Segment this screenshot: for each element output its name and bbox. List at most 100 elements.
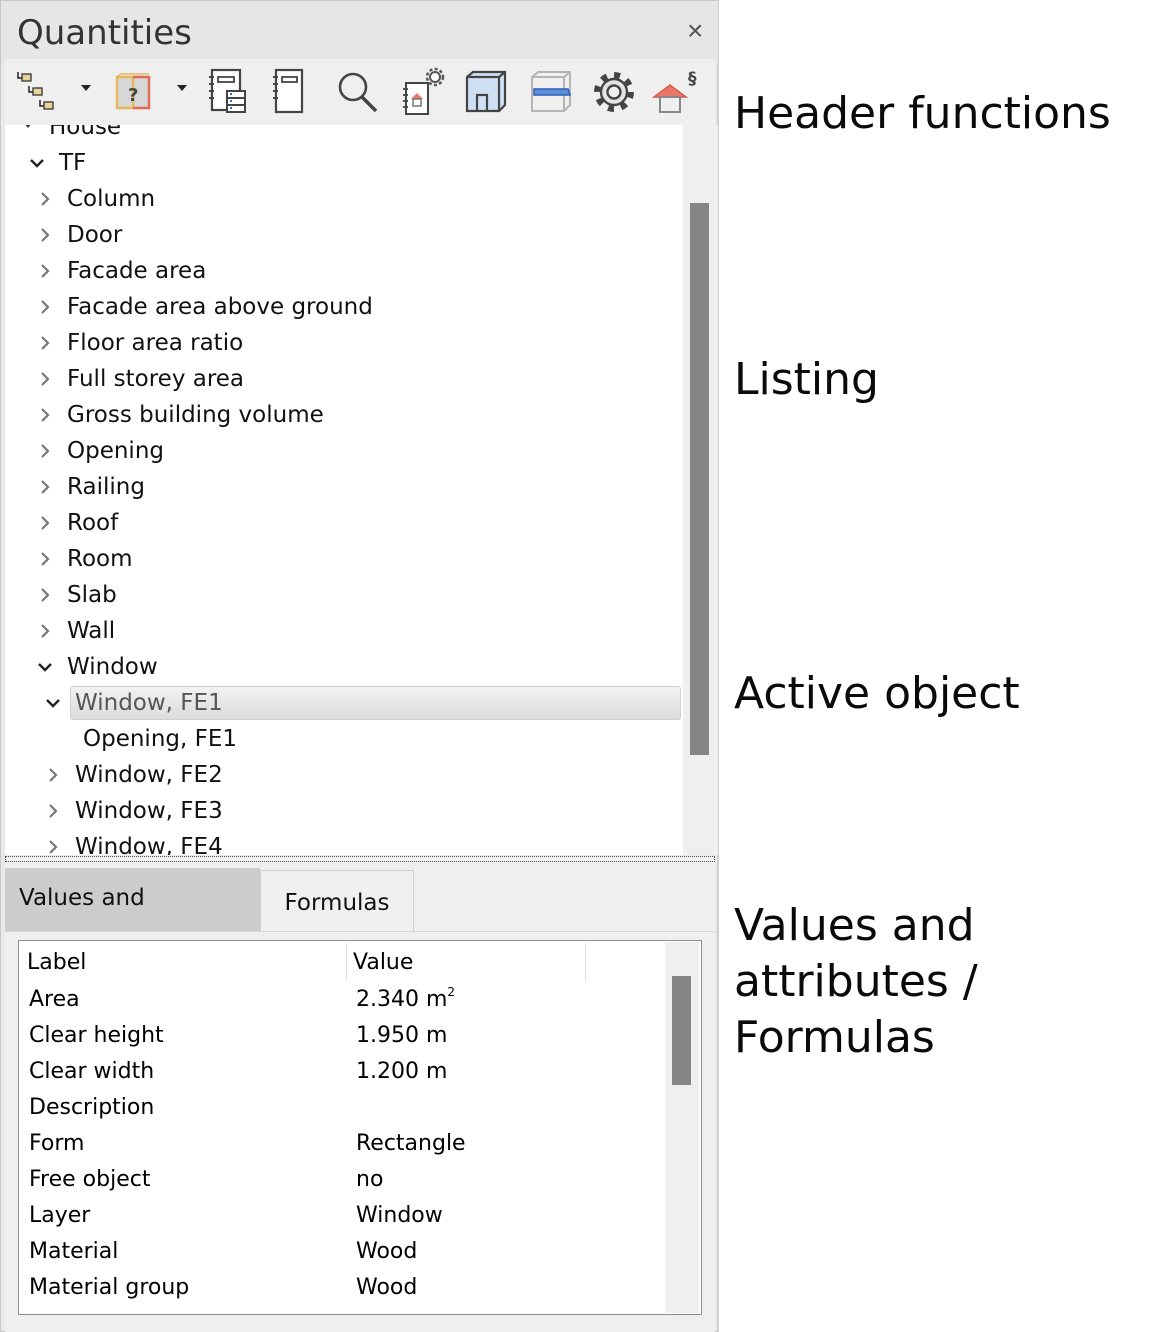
tree-item-label: Opening	[67, 438, 164, 464]
chevron-right-icon[interactable]	[45, 793, 65, 829]
report-list-button[interactable]	[203, 65, 253, 119]
chevron-down-icon[interactable]	[37, 649, 57, 685]
tab-divider	[5, 931, 715, 932]
tree-item[interactable]: Slab	[5, 577, 681, 613]
chevron-down-icon[interactable]	[29, 145, 49, 181]
tree-item[interactable]: Window, FE2	[5, 757, 681, 793]
grid-scrollbar[interactable]	[665, 942, 699, 1313]
house-paragraph-icon: §	[651, 69, 697, 113]
tree-item[interactable]: Full storey area	[5, 361, 681, 397]
chevron-right-icon[interactable]	[37, 469, 57, 505]
tree-item[interactable]: Door	[5, 217, 681, 253]
tab-values-and-attributes[interactable]: Values and attributes	[5, 868, 260, 971]
gear-icon	[594, 72, 634, 112]
annotation-values-line-3: Formulas	[734, 1012, 935, 1063]
tree-item[interactable]: TF	[5, 145, 681, 181]
slab-volume-button[interactable]	[527, 65, 575, 119]
chevron-down-icon[interactable]	[21, 125, 41, 145]
report-list-icon	[209, 68, 246, 113]
listing-scrollbar[interactable]	[683, 125, 718, 855]
grid-row[interactable]: Clear height 1.950 m	[19, 1018, 664, 1054]
chevron-right-icon[interactable]	[37, 397, 57, 433]
listing-scrollbar-thumb[interactable]	[690, 203, 709, 755]
tree-item[interactable]: Floor area ratio	[5, 325, 681, 361]
tree-structure-button[interactable]	[11, 65, 63, 119]
svg-text:§: §	[688, 69, 697, 89]
tree-item[interactable]: Facade area above ground	[5, 289, 681, 325]
tree-item[interactable]: Wall	[5, 613, 681, 649]
grid-cell-label: Material group	[29, 1275, 190, 1300]
chevron-right-icon[interactable]	[37, 505, 57, 541]
tree-item-label: Wall	[67, 618, 116, 644]
tree-item-label: Roof	[67, 510, 119, 536]
tree-item[interactable]: Opening, FE1	[5, 721, 681, 757]
tree-item-label: Railing	[67, 474, 145, 500]
column-header-label[interactable]: Label	[27, 941, 86, 981]
chevron-right-icon[interactable]	[37, 613, 57, 649]
tab-formulas[interactable]: Formulas	[260, 870, 414, 931]
tree-item[interactable]: Roof	[5, 505, 681, 541]
grid-cell-value-text: 2.340 m	[356, 987, 448, 1012]
tree-item[interactable]: House	[5, 125, 681, 145]
grid-row[interactable]: Material group Wood	[19, 1270, 664, 1306]
grid-row[interactable]: Form Rectangle	[19, 1126, 664, 1162]
annotation-listing: Listing	[734, 354, 879, 405]
chevron-right-icon[interactable]	[37, 433, 57, 469]
room-volume-button[interactable]	[461, 65, 511, 119]
header-toolbar: ? §	[5, 59, 715, 125]
tree-item-label: Slab	[67, 582, 117, 608]
values-grid: Label Value Area 2.340 m2 Clear height 1.95…	[18, 940, 702, 1315]
tree-item[interactable]: Window, FE3	[5, 793, 681, 829]
chevron-right-icon[interactable]	[37, 217, 57, 253]
grid-cell-value: 2.340 m2	[356, 982, 455, 1018]
tree-item[interactable]: Window	[5, 649, 681, 685]
search-button[interactable]	[331, 65, 383, 119]
grid-cell-label: Layer	[29, 1203, 91, 1228]
help-book-dropdown-arrow[interactable]	[177, 85, 187, 91]
panel-title: Quantities	[17, 13, 192, 53]
tree-item[interactable]: Room	[5, 541, 681, 577]
close-icon[interactable]: ×	[687, 17, 703, 45]
building-settings-button[interactable]	[397, 65, 447, 119]
house-regulations-button[interactable]: §	[647, 65, 705, 119]
tree-item[interactable]: Gross building volume	[5, 397, 681, 433]
grid-row[interactable]: Description	[19, 1090, 664, 1126]
tree-item-active-object[interactable]: Window, FE1	[5, 685, 681, 721]
settings-button[interactable]	[589, 65, 639, 119]
column-separator[interactable]	[346, 943, 347, 981]
tree-item[interactable]: Window, FE4	[5, 829, 681, 855]
notebook-button[interactable]	[267, 65, 311, 119]
chevron-down-icon[interactable]	[45, 685, 65, 721]
tree-item-label: Window	[67, 654, 158, 680]
grid-scrollbar-thumb[interactable]	[672, 976, 691, 1085]
grid-cell-value: 1.200 m	[356, 1054, 447, 1090]
annotation-values-line-2: attributes /	[734, 956, 978, 1007]
tree-item[interactable]: Opening	[5, 433, 681, 469]
grid-row[interactable]: Clear width 1.200 m	[19, 1054, 664, 1090]
chevron-right-icon[interactable]	[37, 541, 57, 577]
chevron-right-icon[interactable]	[37, 577, 57, 613]
grid-cell-label: Free object	[29, 1167, 151, 1192]
chevron-right-icon[interactable]	[45, 829, 65, 855]
chevron-right-icon[interactable]	[45, 757, 65, 793]
unit-exponent: 2	[447, 985, 456, 999]
chevron-right-icon[interactable]	[37, 361, 57, 397]
grid-row[interactable]: Free object no	[19, 1162, 664, 1198]
chevron-right-icon[interactable]	[37, 253, 57, 289]
column-separator[interactable]	[585, 943, 586, 981]
grid-row[interactable]: Material Wood	[19, 1234, 664, 1270]
column-header-value[interactable]: Value	[353, 941, 413, 981]
help-book-button[interactable]: ?	[111, 65, 155, 119]
grid-row[interactable]: Area 2.340 m2	[19, 982, 664, 1018]
grid-cell-value: no	[356, 1162, 383, 1198]
tree-structure-dropdown-arrow[interactable]	[81, 85, 91, 91]
tree-item[interactable]: Column	[5, 181, 681, 217]
tree-item[interactable]: Railing	[5, 469, 681, 505]
help-book-icon: ?	[115, 73, 151, 110]
chevron-right-icon[interactable]	[37, 325, 57, 361]
chevron-right-icon[interactable]	[37, 181, 57, 217]
tree-item[interactable]: Facade area	[5, 253, 681, 289]
building-settings-icon	[403, 67, 445, 115]
grid-row[interactable]: Layer Window	[19, 1198, 664, 1234]
chevron-right-icon[interactable]	[37, 289, 57, 325]
